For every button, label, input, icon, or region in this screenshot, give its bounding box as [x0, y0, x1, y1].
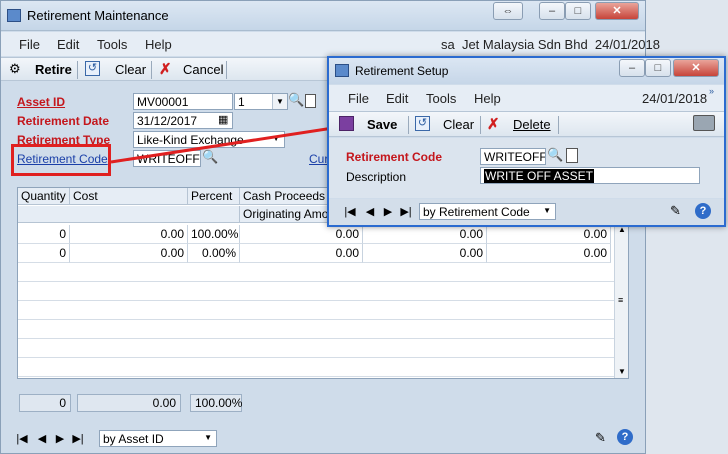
note-icon[interactable] — [566, 148, 578, 163]
help-icon[interactable]: ? — [695, 203, 711, 219]
printer-icon[interactable] — [693, 115, 715, 131]
menu-tools[interactable]: Tools — [426, 91, 456, 106]
close-button[interactable]: ✕ — [673, 59, 719, 77]
setup-titlebar: Retirement Setup – □ ✕ — [329, 58, 724, 84]
last-record-icon[interactable]: ▶| — [399, 205, 413, 218]
save-button[interactable]: Save — [367, 117, 397, 132]
toolbar-divider — [558, 116, 559, 134]
note-icon[interactable]: ✎ — [670, 203, 681, 219]
lookup-icon[interactable]: 🔍 — [547, 147, 563, 163]
first-record-icon[interactable]: |◀ — [343, 205, 357, 218]
sort-order-value: by Retirement Code — [423, 205, 530, 219]
retirement-setup-window: Retirement Setup – □ ✕ File Edit Tools H… — [327, 56, 726, 227]
clear-button[interactable]: Clear — [443, 117, 474, 132]
maximize-button[interactable]: □ — [645, 59, 671, 77]
expand-icon[interactable]: » — [709, 86, 714, 96]
retirement-code-field[interactable]: WRITEOFF — [480, 148, 546, 165]
setup-navigation-bar: |◀ ◀ ▶ ▶| by Retirement Code ▼ ✎ ? — [329, 199, 724, 225]
delete-button[interactable]: Delete — [513, 117, 551, 132]
clear-icon: ↺ — [415, 116, 430, 131]
description-field[interactable]: WRITE OFF ASSET — [480, 167, 700, 184]
menu-edit[interactable]: Edit — [386, 91, 408, 106]
menu-file[interactable]: File — [348, 91, 369, 106]
description-value: WRITE OFF ASSET — [484, 169, 595, 183]
minimize-button[interactable]: – — [619, 59, 645, 77]
setup-title: Retirement Setup — [355, 64, 449, 78]
app-icon — [335, 64, 349, 77]
next-record-icon[interactable]: ▶ — [381, 205, 395, 218]
toolbar-divider — [408, 116, 409, 134]
setup-date: 24/01/2018 — [642, 91, 708, 106]
setup-menubar: File Edit Tools Help 24/01/2018 » — [329, 85, 724, 111]
setup-toolbar: Save ↺ Clear ✗ Delete — [329, 111, 724, 137]
delete-icon: ✗ — [487, 116, 500, 133]
chevron-down-icon: ▼ — [543, 206, 551, 215]
setup-form: Retirement Code WRITEOFF 🔍 Description W… — [329, 138, 724, 198]
menu-help[interactable]: Help — [474, 91, 501, 106]
sort-order-dropdown[interactable]: by Retirement Code ▼ — [419, 203, 556, 220]
previous-record-icon[interactable]: ◀ — [363, 205, 377, 218]
retirement-code-label: Retirement Code — [346, 150, 443, 164]
description-label: Description — [346, 170, 407, 184]
save-icon — [339, 116, 354, 131]
toolbar-divider — [480, 116, 481, 134]
